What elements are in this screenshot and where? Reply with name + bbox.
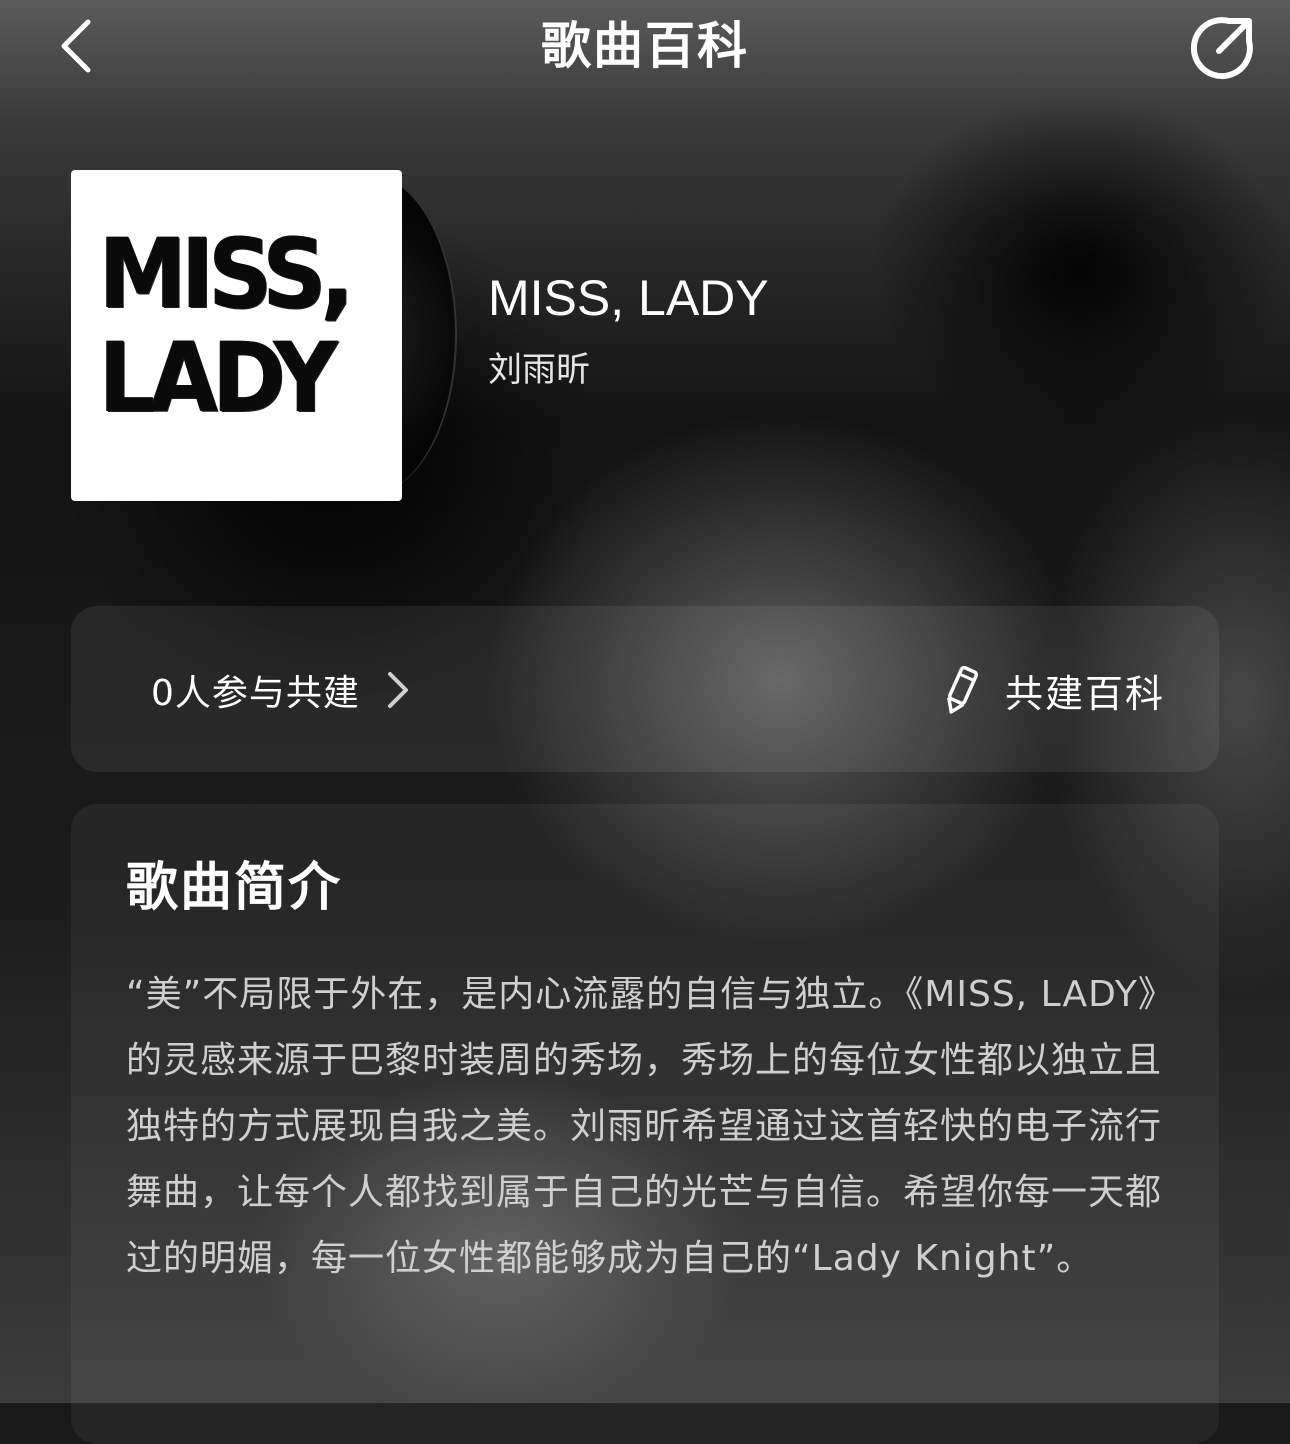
pencil-icon	[947, 665, 979, 714]
intro-card: 歌曲简介 “美”不局限于外在，是内心流露的自信与独立。《MISS, LADY》的…	[71, 804, 1219, 1444]
intro-body: “美”不局限于外在，是内心流露的自信与独立。《MISS, LADY》的灵感来源于…	[126, 974, 1163, 1279]
participants-label: 0人参与共建	[151, 673, 360, 714]
chevron-right-icon	[387, 672, 408, 708]
cover-text-line1: MISS,	[99, 218, 354, 330]
song-artist[interactable]: 刘雨昕	[488, 346, 590, 394]
build-wiki-label: 共建百科	[1004, 671, 1165, 716]
top-bar: 歌曲百科	[0, 0, 1290, 100]
participants-link[interactable]: 0人参与共建	[151, 660, 416, 720]
intro-title: 歌曲简介	[126, 858, 343, 918]
build-wiki-button[interactable]: 共建百科	[941, 660, 1165, 720]
share-button[interactable]	[1186, 12, 1258, 84]
cover-text-line2: LADY	[99, 322, 338, 434]
contribution-card: 0人参与共建 共建百科	[71, 606, 1219, 772]
song-title: MISS, LADY	[488, 270, 769, 326]
album-cover-artwork: MISS, LADY	[99, 218, 354, 434]
share-icon	[1190, 17, 1253, 80]
album-cover[interactable]: MISS, LADY	[71, 170, 402, 501]
page-title: 歌曲百科	[541, 17, 749, 75]
